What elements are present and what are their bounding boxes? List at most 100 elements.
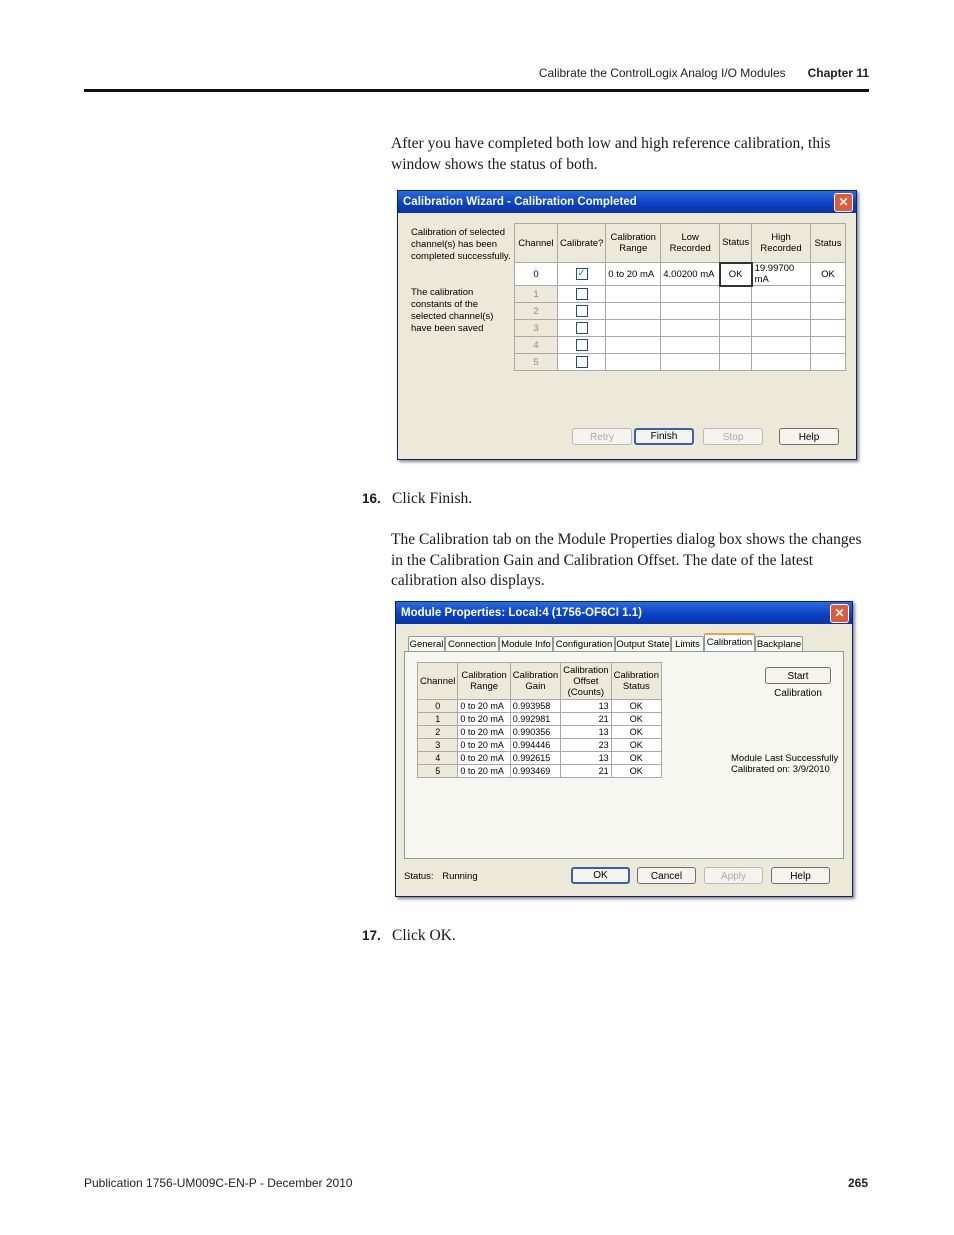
table-row: 0 ✓ 0 to 20 mA 4.00200 mA OK 19.99700 mA OK [514, 261, 847, 287]
mid-paragraph: The Calibration tab on the Module Proper… [391, 531, 862, 589]
tab-output-state[interactable]: Output State [615, 636, 671, 651]
low-status-cell: OK [718, 261, 753, 287]
wizard-channel-table: Channel Calibrate? Calibration Range Low… [514, 223, 847, 371]
calibration-status-cell: OK [610, 738, 663, 752]
channel-cell: 4 [416, 751, 459, 765]
table-row: 50 to 20 mA 0.993469 21 OK [416, 764, 663, 778]
table-row: 40 to 20 mA 0.992615 13 OK [416, 751, 663, 765]
tab-limits[interactable]: Limits [671, 636, 704, 651]
checkbox[interactable] [575, 339, 588, 351]
tab-configuration[interactable]: Configuration [553, 636, 615, 651]
step-16: 16. Click Finish. [362, 490, 472, 508]
last-cal-line1: Module Last Successfully [731, 753, 839, 764]
stop-button[interactable]: Stop [703, 428, 763, 445]
calibrate-cell [556, 302, 607, 320]
calibration-offset-cell: 13 [560, 725, 612, 739]
channel-cell: 0 [514, 262, 558, 286]
col-low-status: Status [719, 223, 753, 263]
range-cell [605, 285, 662, 303]
table-row: 2 [514, 302, 847, 320]
wizard-saved-message: The calibration constants of the selecte… [411, 287, 494, 334]
calibration-range-cell: 0 to 20 mA [457, 725, 511, 739]
retry-button[interactable]: Retry [572, 428, 632, 445]
high-status-cell [809, 319, 847, 337]
calibration-tab-panel: Channel Calibration Range Calibration Ga… [404, 651, 844, 859]
module-title: Module Properties: Local:4 (1756-OF6CI 1… [401, 607, 642, 619]
page-header: Calibrate the ControlLogix Analog I/O Mo… [0, 66, 869, 80]
range-cell [605, 319, 662, 337]
col-calibration-offset: Calibration Offset (Counts) [560, 662, 612, 700]
close-icon[interactable]: ✕ [830, 604, 849, 623]
high-recorded-cell [751, 353, 811, 371]
help-button[interactable]: Help [779, 428, 839, 445]
page-number: 265 [847, 1176, 868, 1190]
col-channel: Channel [416, 662, 459, 700]
calibration-gain-cell: 0.994446 [509, 738, 562, 752]
wizard-completed-message: Calibration of selected channel(s) has b… [411, 227, 511, 262]
close-icon[interactable]: ✕ [834, 193, 853, 212]
checkbox-checked[interactable]: ✓ [575, 268, 588, 280]
low-recorded-cell [660, 302, 721, 320]
calibrate-cell [556, 336, 607, 354]
table-row: 20 to 20 mA 0.990356 13 OK [416, 725, 663, 739]
apply-button[interactable]: Apply [704, 867, 763, 884]
tab-calibration[interactable]: Calibration [704, 633, 755, 652]
channel-cell: 5 [416, 764, 459, 778]
calibration-offset-cell: 21 [560, 764, 612, 778]
checkbox[interactable] [575, 305, 588, 317]
tab-module-info[interactable]: Module Info [499, 636, 553, 651]
high-status-cell: OK [809, 262, 847, 286]
channel-cell: 2 [416, 725, 459, 739]
high-recorded-cell [751, 319, 811, 337]
low-status-cell [719, 353, 753, 371]
low-recorded-cell: 4.00200 mA [660, 262, 721, 286]
checkbox[interactable] [575, 322, 588, 334]
wizard-titlebar: Calibration Wizard - Calibration Complet… [398, 191, 856, 213]
last-calibration-info: Module Last Successfully Calibrated on: … [731, 753, 838, 775]
checkbox[interactable] [575, 288, 588, 300]
status-value: Running [442, 871, 478, 882]
high-recorded-cell [751, 285, 811, 303]
col-low-recorded: Low Recorded [660, 223, 721, 263]
calibration-wizard-dialog: Calibration Wizard - Calibration Complet… [397, 190, 857, 460]
module-properties-dialog: Module Properties: Local:4 (1756-OF6CI 1… [395, 601, 853, 897]
low-recorded-cell [660, 336, 721, 354]
calibration-range-cell: 0 to 20 mA [457, 764, 511, 778]
calibration-range-cell: 0 to 20 mA [457, 712, 511, 726]
high-recorded-cell [751, 302, 811, 320]
col-calibration-range: Calibration Range [457, 662, 511, 700]
calibrate-cell [556, 285, 607, 303]
tab-backplane[interactable]: Backplane [755, 636, 803, 651]
table-row: 00 to 20 mA 0.993958 13 OK [416, 699, 663, 713]
finish-button[interactable]: Finish [634, 428, 694, 445]
col-channel: Channel [514, 223, 558, 263]
status-bar: Status: Running [404, 871, 478, 882]
channel-cell: 3 [416, 738, 459, 752]
help-button[interactable]: Help [771, 867, 830, 884]
calibration-gain-cell: 0.990356 [509, 725, 562, 739]
low-recorded-cell [660, 319, 721, 337]
publication-footer: Publication 1756-UM009C-EN-P - December … [84, 1176, 353, 1190]
step-16-number: 16. [362, 491, 381, 506]
calibrate-cell [556, 319, 607, 337]
step-17-number: 17. [362, 928, 381, 943]
calibration-status-cell: OK [610, 764, 663, 778]
calibration-offset-cell: 21 [560, 712, 612, 726]
table-row: 30 to 20 mA 0.994446 23 OK [416, 738, 663, 752]
table-row: 1 [514, 285, 847, 303]
cancel-button[interactable]: Cancel [637, 867, 696, 884]
status-label: Status: [404, 871, 434, 882]
calibration-range-cell: 0 to 20 mA [457, 699, 511, 713]
step-17-text: Click OK. [392, 927, 456, 944]
calibration-status-cell: OK [610, 712, 663, 726]
ok-button[interactable]: OK [571, 867, 630, 884]
checkbox[interactable] [575, 356, 588, 368]
tab-connection[interactable]: Connection [445, 636, 499, 651]
calibration-offset-cell: 23 [560, 738, 612, 752]
wizard-title: Calibration Wizard - Calibration Complet… [403, 196, 637, 208]
calibration-status-cell: OK [610, 725, 663, 739]
chapter-label: Chapter 11 [807, 66, 869, 80]
start-calibration-button[interactable]: Start Calibration [765, 667, 831, 699]
tab-general[interactable]: General [408, 636, 445, 651]
header-rule [84, 89, 869, 92]
